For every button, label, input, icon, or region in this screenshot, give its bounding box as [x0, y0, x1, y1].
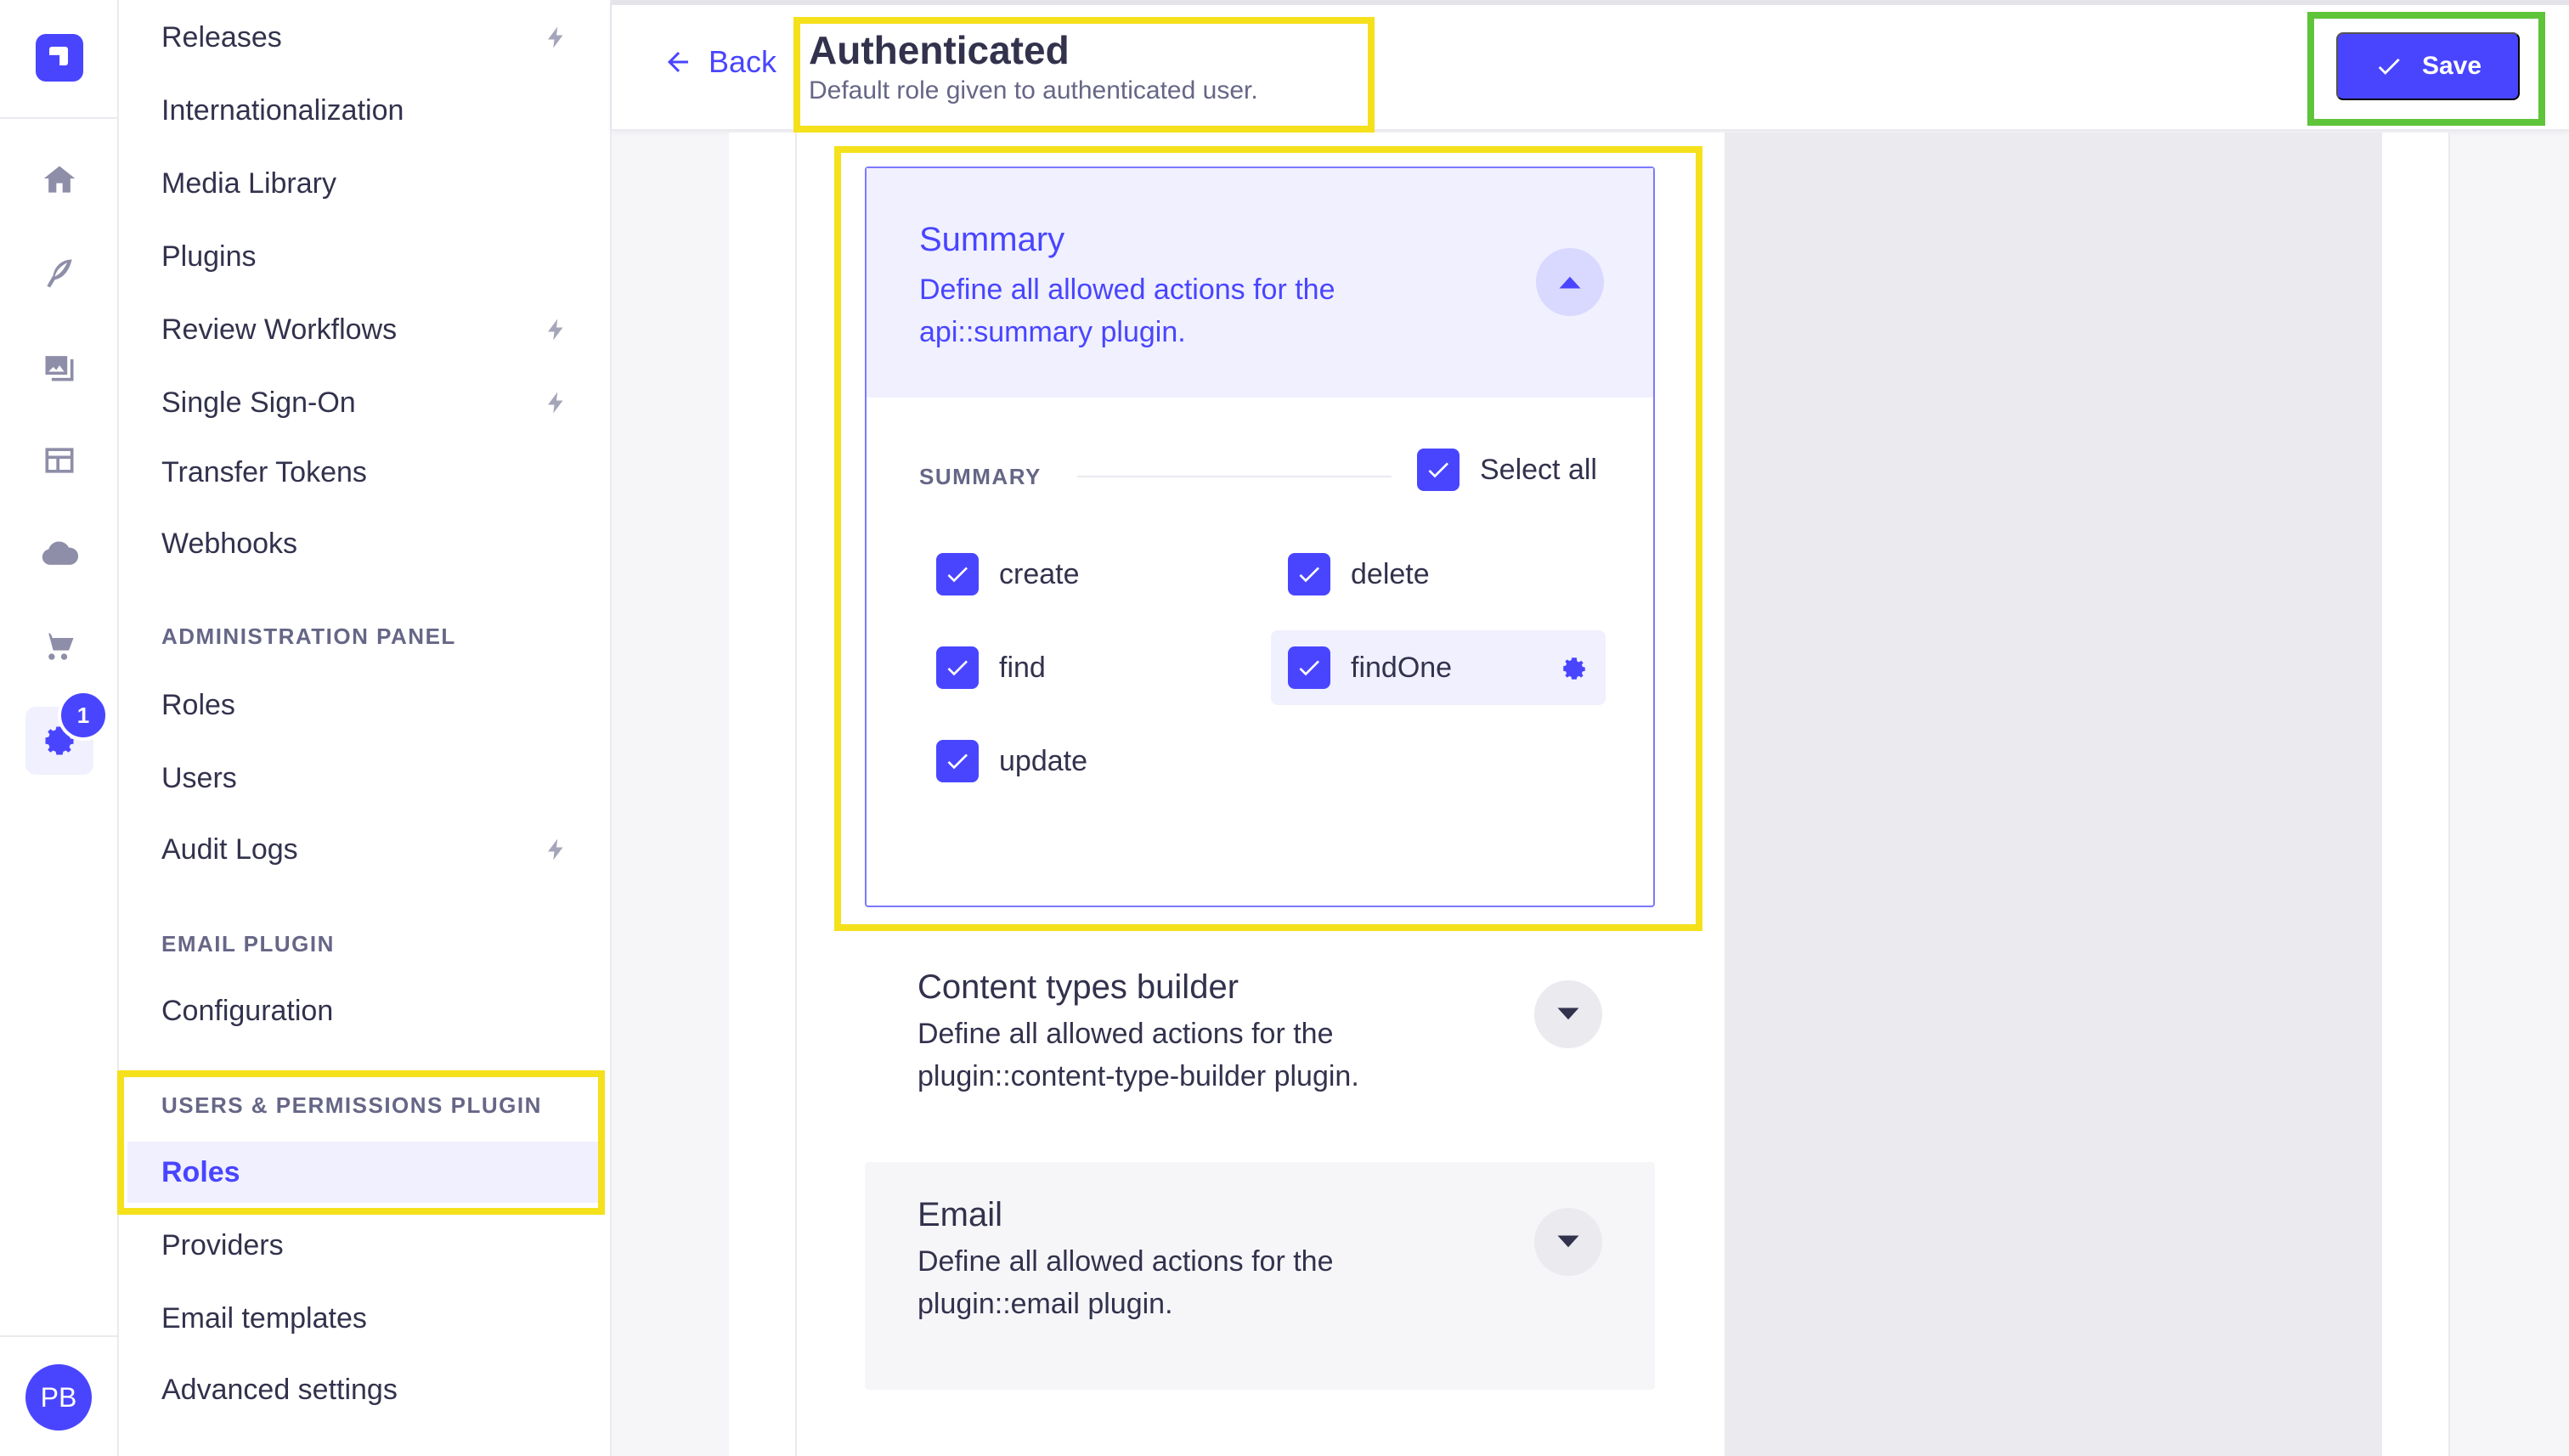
nav-item-webhooks[interactable]: Webhooks: [127, 513, 603, 574]
nav-item-label: Internationalization: [161, 93, 404, 127]
accordion-title: Content types builder: [918, 968, 1239, 1006]
nav-item-label: Webhooks: [161, 527, 298, 560]
arrow-left-icon: [668, 52, 688, 72]
nav-item-label: Roles: [161, 688, 235, 721]
chevron-down-icon[interactable]: [1534, 1208, 1602, 1276]
main-nav-rail: 1 PB: [0, 0, 119, 1456]
accordion-description: Define all allowed actions for the plugi…: [918, 1018, 1359, 1092]
nav-item-label: Audit Logs: [161, 832, 298, 866]
nav-item-label: Providers: [161, 1228, 284, 1261]
back-link[interactable]: Back: [663, 44, 776, 80]
notification-badge: 1: [58, 690, 109, 741]
strapi-logo[interactable]: [36, 34, 83, 82]
nav-item-admin-roles[interactable]: Roles: [127, 674, 603, 736]
nav-item-providers[interactable]: Providers: [127, 1215, 603, 1276]
nav-item-single-sign-on[interactable]: Single Sign-On: [127, 372, 603, 433]
nav-item-label: Configuration: [161, 994, 334, 1027]
header-top-border: [612, 0, 2569, 5]
highlight-summary-box: [834, 146, 1702, 931]
accordion-description: Define all allowed actions for the plugi…: [918, 1245, 1334, 1320]
settings-subnav: Releases Internationalization Media Libr…: [119, 0, 612, 1456]
nav-item-label: Advanced settings: [161, 1373, 398, 1406]
lightning-icon: [548, 26, 563, 48]
highlight-title-box: [793, 17, 1375, 133]
nav-item-label: Review Workflows: [161, 313, 398, 346]
nav-item-email-templates[interactable]: Email templates: [127, 1288, 603, 1349]
cloud-icon[interactable]: [25, 520, 93, 588]
nav-item-label: Plugins: [161, 240, 257, 273]
nav-item-transfer-tokens[interactable]: Transfer Tokens: [127, 442, 603, 503]
panel-inner-border: [795, 133, 797, 1456]
media-library-icon[interactable]: [25, 333, 93, 401]
nav-item-label: Single Sign-On: [161, 386, 356, 419]
rail-divider: [0, 117, 119, 119]
content-manager-feather-icon[interactable]: [25, 240, 93, 308]
policies-column: [1725, 133, 2382, 1456]
rail-divider: [0, 1335, 119, 1337]
lightning-icon: [548, 838, 563, 861]
nav-item-label: Releases: [161, 20, 282, 54]
nav-section-email-plugin: EMAIL PLUGIN: [161, 931, 335, 957]
home-icon[interactable]: [25, 146, 93, 214]
back-label: Back: [709, 44, 777, 79]
nav-item-label: Transfer Tokens: [161, 455, 367, 488]
nav-section-administration: ADMINISTRATION PANEL: [161, 624, 456, 649]
accordion-content-types-builder[interactable]: Content types builder Define all allowed…: [865, 934, 1655, 1162]
nav-item-label: Users: [161, 761, 237, 794]
accordion-email[interactable]: Email Define all allowed actions for the…: [865, 1162, 1655, 1390]
nav-item-users[interactable]: Users: [127, 748, 603, 809]
accordion-title: Email: [918, 1196, 1003, 1233]
nav-item-label: Email templates: [161, 1301, 367, 1335]
lightning-icon: [548, 319, 563, 341]
marketplace-cart-icon[interactable]: [25, 613, 93, 681]
nav-item-media-library[interactable]: Media Library: [127, 153, 603, 214]
nav-item-plugins[interactable]: Plugins: [127, 226, 603, 287]
right-gutter: [2382, 133, 2450, 1456]
layout-icon[interactable]: [25, 426, 93, 494]
nav-item-internationalization[interactable]: Internationalization: [127, 80, 603, 141]
highlight-roles-nav-box: [117, 1070, 605, 1215]
nav-item-audit-logs[interactable]: Audit Logs: [127, 819, 603, 880]
highlight-save-box: [2307, 12, 2545, 126]
nav-item-configuration[interactable]: Configuration: [127, 980, 603, 1041]
lightning-icon: [548, 392, 563, 414]
nav-item-releases[interactable]: Releases: [127, 7, 603, 68]
nav-item-review-workflows[interactable]: Review Workflows: [127, 299, 603, 360]
user-avatar[interactable]: PB: [25, 1364, 92, 1431]
chevron-down-icon[interactable]: [1534, 980, 1602, 1048]
nav-item-advanced-settings[interactable]: Advanced settings: [127, 1359, 603, 1420]
nav-item-label: Media Library: [161, 166, 336, 200]
